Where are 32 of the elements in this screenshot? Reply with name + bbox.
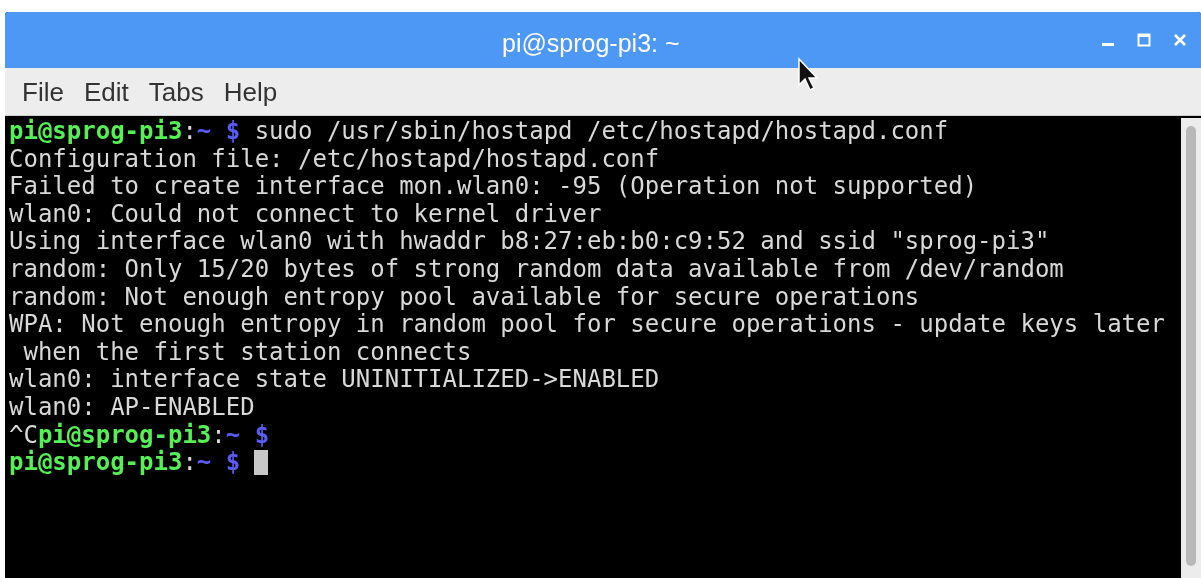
terminal-text: wlan0: interface state UNINITIALIZED->ENABLED: [9, 366, 660, 394]
prompt-user: pi@sprog-pi3: [9, 118, 183, 146]
terminal-text: wlan0: AP-ENABLED: [9, 393, 255, 422]
scrollbar-track[interactable]: [1181, 118, 1201, 578]
pointer-icon: [797, 57, 821, 93]
terminal-text: Configuration file: /etc/hostapd/hostapd.conf: [9, 145, 660, 174]
prompt-path: ~ $: [196, 449, 241, 477]
close-icon[interactable]: [1173, 33, 1187, 47]
menu-item[interactable]: Tabs: [141, 78, 211, 105]
maximize-icon[interactable]: [1137, 33, 1151, 47]
terminal-text: random: Not enough entropy pool available for secure operations: [9, 283, 920, 312]
terminal-text: wlan0: Could not connect to kernel driver: [9, 200, 602, 229]
scrollbar-thumb[interactable]: [1186, 126, 1196, 566]
menu-item[interactable]: File: [15, 78, 71, 105]
prompt-path: ~ $: [196, 118, 241, 146]
terminal-text: when the first station connects: [22, 338, 472, 367]
terminal-text: WPA: Not enough entropy in random pool for secure operations - update keys later: [9, 311, 1165, 339]
terminal-text: sudo /usr/sbin/hostapd /etc/hostapd/hostapd.conf: [253, 118, 949, 146]
window-title: pi@sprog-pi3: ~: [502, 28, 680, 59]
prompt-path: ~ $: [225, 421, 270, 450]
menu-item[interactable]: Help: [216, 78, 285, 105]
terminal-text: :: [211, 421, 226, 450]
terminal-text: Using interface wlan0 with hwaddr b8:27:eb:b0:c9:52 and ssid "sprog-pi3": [9, 228, 1050, 256]
terminal-text: random: Only 15/20 bytes of strong random data available from /dev/random: [9, 255, 1064, 284]
terminal-text: :: [182, 118, 197, 146]
terminal-text: Failed to create interface mon.wlan0: -95 (Operation not supported): [9, 173, 978, 201]
menu-item[interactable]: Edit: [76, 78, 136, 105]
prompt-user: pi@sprog-pi3: [9, 449, 183, 477]
terminal-text: ^C: [9, 421, 38, 449]
terminal-text: :: [182, 449, 197, 477]
prompt-user: pi@sprog-pi3: [37, 421, 212, 449]
terminal-cursor: [254, 450, 269, 476]
